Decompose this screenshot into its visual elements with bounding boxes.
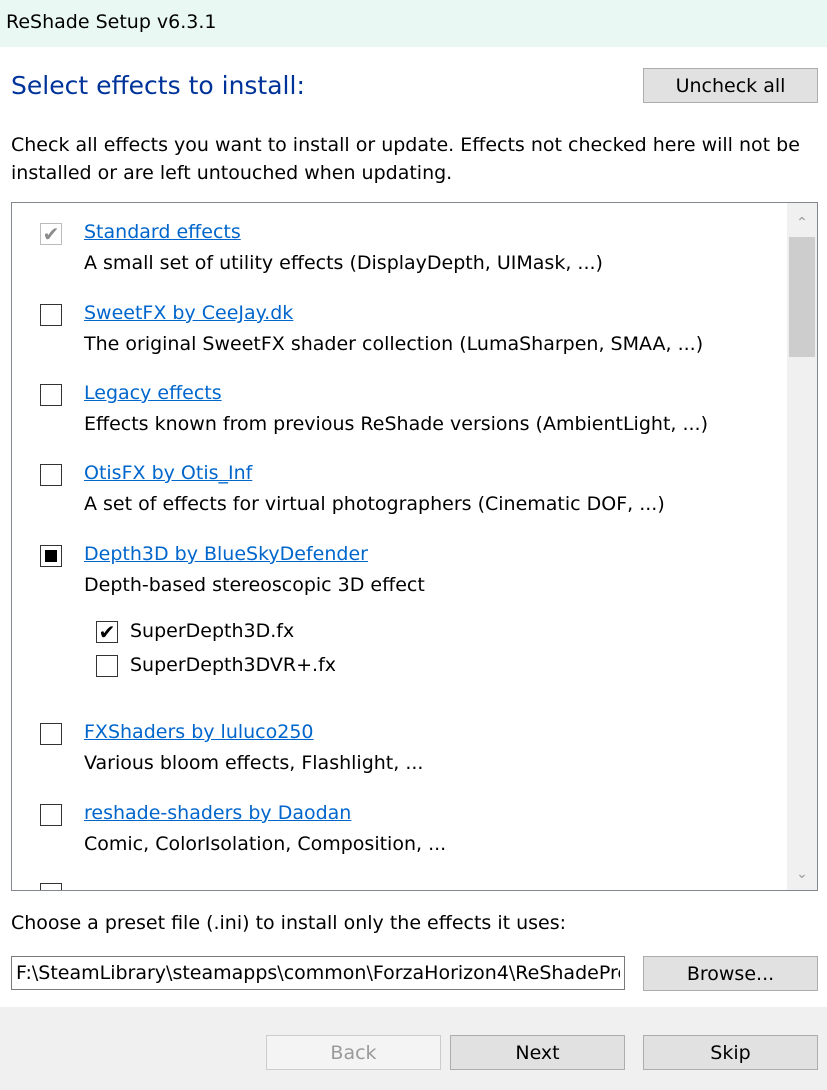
effect-link[interactable]: Legacy effects xyxy=(84,382,222,404)
skip-button[interactable]: Skip xyxy=(643,1035,818,1070)
standard-effects-checkbox: ✔ xyxy=(40,223,62,245)
effect-description: Effects known from previous ReShade vers… xyxy=(84,413,709,435)
check-icon: ✔ xyxy=(42,222,60,246)
effect-description: Various bloom effects, Flashlight, ... xyxy=(84,752,424,774)
next-effect-checkbox[interactable] xyxy=(40,883,62,890)
file-label: SuperDepth3D.fx xyxy=(130,620,295,642)
effect-link[interactable]: Standard effects xyxy=(84,221,241,243)
effect-description: Comic, ColorIsolation, Composition, ... xyxy=(84,833,447,855)
back-button[interactable]: Back xyxy=(266,1035,441,1070)
preset-label: Choose a preset file (.ini) to install o… xyxy=(11,912,567,934)
depth3d-checkbox[interactable] xyxy=(40,545,62,567)
uncheck-all-button[interactable]: Uncheck all xyxy=(643,68,818,103)
otisfx-checkbox[interactable] xyxy=(40,464,62,486)
instructions-text: Check all effects you want to install or… xyxy=(11,134,800,184)
effect-link[interactable]: OtisFX by Otis_Inf xyxy=(84,462,252,484)
effect-link[interactable]: Depth3D by BlueSkyDefender xyxy=(84,543,368,565)
window-title: ReShade Setup v6.3.1 xyxy=(6,11,217,33)
effect-description: A set of effects for virtual photographe… xyxy=(84,493,665,515)
page-title: Select effects to install: xyxy=(11,71,305,100)
scroll-thumb[interactable] xyxy=(789,237,815,357)
preset-path-input[interactable] xyxy=(11,956,625,990)
superdepth3dvr-checkbox[interactable] xyxy=(96,655,118,677)
next-button[interactable]: Next xyxy=(450,1035,625,1070)
file-label: SuperDepth3DVR+.fx xyxy=(130,654,337,676)
vertical-scrollbar[interactable]: ⌃ ⌄ xyxy=(787,203,817,890)
title-bar: ReShade Setup v6.3.1 xyxy=(0,0,827,47)
check-icon: ✔ xyxy=(98,620,116,644)
effects-list[interactable]: ✔ Standard effects A small set of utilit… xyxy=(11,202,818,891)
effect-description: A small set of utility effects (DisplayD… xyxy=(84,252,603,274)
effect-description: The original SweetFX shader collection (… xyxy=(84,333,704,355)
sweetfx-checkbox[interactable] xyxy=(40,304,62,326)
legacy-effects-checkbox[interactable] xyxy=(40,384,62,406)
chevron-down-icon[interactable]: ⌄ xyxy=(787,860,817,888)
effect-description: Depth-based stereoscopic 3D effect xyxy=(84,574,425,596)
fxshaders-checkbox[interactable] xyxy=(40,723,62,745)
effect-link[interactable]: reshade-shaders by Daodan xyxy=(84,802,351,824)
daodan-checkbox[interactable] xyxy=(40,804,62,826)
effect-link[interactable]: FXShaders by luluco250 xyxy=(84,721,314,743)
partial-square-icon xyxy=(45,550,57,562)
chevron-up-icon[interactable]: ⌃ xyxy=(787,209,817,237)
superdepth3d-checkbox[interactable]: ✔ xyxy=(96,621,118,643)
browse-button[interactable]: Browse... xyxy=(643,956,818,991)
effect-link[interactable]: SweetFX by CeeJay.dk xyxy=(84,302,293,324)
